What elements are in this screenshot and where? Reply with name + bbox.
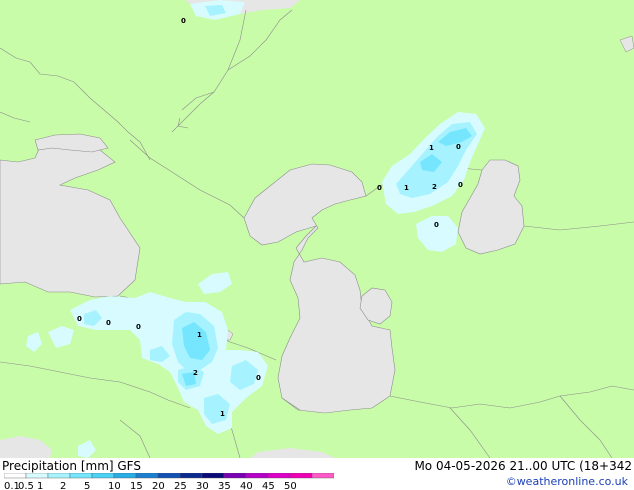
precip-label-north: 0 (181, 17, 186, 25)
color-scale-tick: 1 (37, 481, 43, 490)
precip-label-kazakh-1a: 1 (429, 144, 434, 152)
color-scale-swatch (25, 473, 49, 479)
color-scale-swatch (223, 473, 247, 479)
color-scale-swatch (157, 473, 181, 479)
precip-label-turkey-0b: 0 (106, 319, 111, 327)
precip-label-iran-1: 1 (220, 410, 225, 418)
color-scale-tick: 30 (196, 481, 209, 490)
precip-label-kazakh-0d: 0 (434, 221, 439, 229)
color-scale-swatch (47, 473, 71, 479)
color-scale-tick: 0.5 (18, 481, 34, 490)
site-credit: ©weatheronline.co.uk (505, 475, 628, 488)
color-scale-tick: 50 (284, 481, 297, 490)
map-title: Precipitation [mm] GFS (2, 459, 141, 473)
precip-label-kazakh-1b: 1 (404, 184, 409, 192)
color-scale-swatch (69, 473, 93, 479)
color-scale-tick: 5 (84, 481, 90, 490)
precip-label-kazakh-0c: 0 (458, 181, 463, 189)
precip-label-caucasus-2: 2 (193, 369, 198, 377)
precipitation-color-scale: 0.10.5 1 2 5 10 15 20 25 30 35 40 45 50 (4, 473, 334, 490)
color-scale-ticks: 0.10.5 1 2 5 10 15 20 25 30 35 40 45 50 (4, 481, 297, 490)
color-scale-swatch (311, 473, 334, 479)
color-scale-swatch (267, 473, 291, 479)
footer-bar: Precipitation [mm] GFS Mo 04-05-2026 21.… (0, 458, 634, 490)
color-scale-swatch (91, 473, 115, 479)
precip-label-kazakh-0a: 0 (456, 143, 461, 151)
precip-label-turkey-0a: 0 (77, 315, 82, 323)
color-scale-swatch (135, 473, 159, 479)
color-scale-swatch (245, 473, 269, 479)
color-scale-swatch (179, 473, 203, 479)
precip-label-turkey-0c: 0 (136, 323, 141, 331)
color-scale-tick: 2 (60, 481, 66, 490)
precip-label-caucasus-0: 0 (256, 374, 261, 382)
color-scale-tick: 25 (174, 481, 187, 490)
precip-label-caucasus-1: 1 (197, 331, 202, 339)
color-scale-swatch (289, 473, 313, 479)
color-scale-tick: 40 (240, 481, 253, 490)
color-scale-tick: 35 (218, 481, 231, 490)
color-scale-tick: 45 (262, 481, 275, 490)
precip-label-kazakh-2: 2 (432, 183, 437, 191)
color-scale-swatch (113, 473, 137, 479)
color-scale-swatch (4, 473, 27, 479)
precipitation-map: 0 1 0 0 1 2 0 0 0 0 0 1 2 0 1 (0, 0, 634, 458)
precip-label-kazakh-0b: 0 (377, 184, 382, 192)
color-scale-swatch (201, 473, 225, 479)
color-scale-tick: 10 (108, 481, 121, 490)
color-scale-tick: 15 (130, 481, 143, 490)
forecast-timestamp: Mo 04-05-2026 21..00 UTC (18+342 (414, 459, 632, 473)
color-scale-tick: 20 (152, 481, 165, 490)
color-scale-swatches (4, 473, 334, 479)
